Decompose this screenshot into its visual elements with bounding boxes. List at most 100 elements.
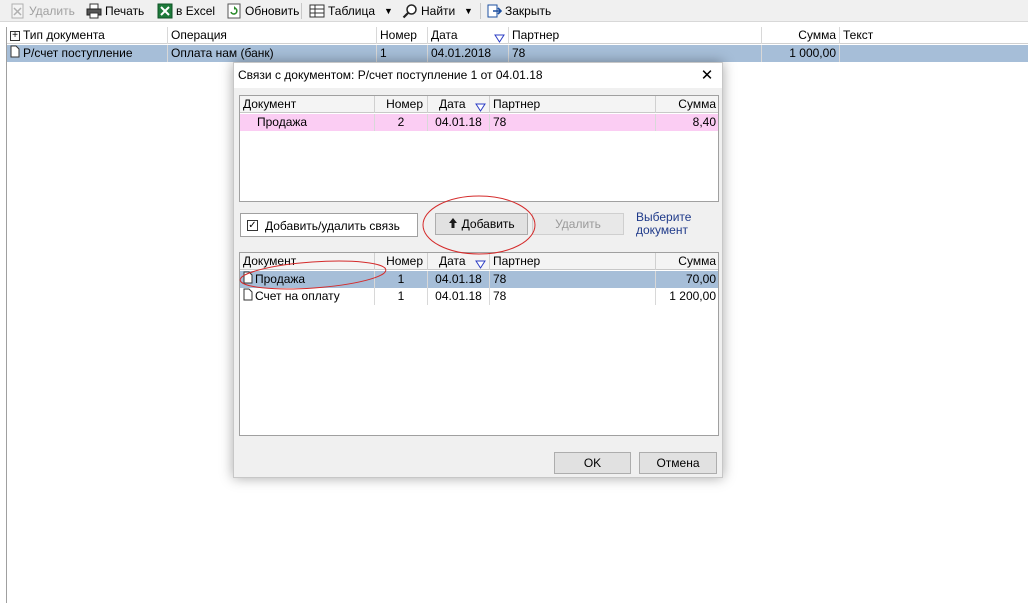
cancel-button[interactable]: Отмена xyxy=(639,452,717,474)
delete-label: Удалить xyxy=(29,4,75,18)
row-number: 1 xyxy=(377,45,428,62)
cell-sum: 8,40 xyxy=(692,115,716,129)
cell-date: 04.01.18 xyxy=(428,114,490,131)
grid-header: + Тип документа Операция Номер Дата Партн… xyxy=(7,27,1028,44)
find-label: Найти xyxy=(421,4,456,18)
print-button[interactable]: Печать xyxy=(86,2,144,20)
checkbox-label: Добавить/удалить связь xyxy=(265,219,400,233)
table-dropdown-arrow[interactable]: ▼ xyxy=(384,2,393,20)
cell-date: 04.01.18 xyxy=(428,271,490,288)
hint-line-2: документ xyxy=(636,223,688,237)
row-partner: 78 xyxy=(509,45,762,62)
find-dropdown-arrow[interactable]: ▼ xyxy=(464,2,473,20)
document-icon xyxy=(10,45,20,62)
cell-document: Продажа xyxy=(240,271,375,288)
find-button[interactable]: Найти xyxy=(402,2,455,20)
toolbar-separator xyxy=(301,3,302,19)
column-header-document[interactable]: Документ xyxy=(240,96,375,113)
sort-filter-icon[interactable] xyxy=(475,100,486,113)
column-header-document[interactable]: Документ xyxy=(240,253,375,270)
close-toolbar-button[interactable]: Закрыть xyxy=(486,2,551,20)
excel-icon xyxy=(157,3,173,19)
column-header-partner[interactable]: Партнер xyxy=(490,96,656,113)
toolbar-separator xyxy=(480,3,481,19)
cell-number: 2 xyxy=(375,114,428,131)
printer-icon xyxy=(86,3,102,19)
row-text xyxy=(840,45,1028,62)
column-header-partner[interactable]: Партнер xyxy=(490,253,656,270)
cell-number: 1 xyxy=(375,288,428,305)
add-link-button[interactable]: Добавить xyxy=(435,213,528,235)
dialog-title: Связи с документом: Р/счет поступление 1… xyxy=(238,68,543,82)
cell-partner: 78 xyxy=(490,271,656,288)
refresh-button[interactable]: Обновить xyxy=(226,2,299,20)
table-row[interactable]: Продажа 2 04.01.18 78 8,40 xyxy=(240,114,718,131)
table-row[interactable]: Р/счет поступление Оплата нам (банк) 1 0… xyxy=(7,45,1028,62)
add-remove-link-toggle[interactable]: ✓ Добавить/удалить связь xyxy=(240,213,418,237)
magnifier-icon xyxy=(402,3,418,19)
close-label: Закрыть xyxy=(505,4,552,18)
column-header-number[interactable]: Номер xyxy=(375,96,428,113)
document-icon xyxy=(243,271,253,288)
exit-icon xyxy=(486,3,503,19)
export-excel-button[interactable]: в Excel xyxy=(157,2,215,20)
table-icon xyxy=(309,3,325,19)
column-header-sum[interactable]: Сумма xyxy=(656,96,718,113)
row-operation: Оплата нам (банк) xyxy=(168,45,377,62)
chevron-down-icon: ▼ xyxy=(464,6,473,16)
refresh-icon xyxy=(226,3,242,19)
cell-sum: 1 200,00 xyxy=(669,289,716,303)
sort-filter-icon[interactable] xyxy=(494,31,505,44)
close-icon[interactable]: ✕ xyxy=(696,65,718,87)
arrow-up-icon xyxy=(448,215,458,235)
cell-partner: 78 xyxy=(490,114,656,131)
row-type: Р/счет поступление xyxy=(7,45,168,62)
column-header-number[interactable]: Номер xyxy=(377,27,428,44)
column-header-date[interactable]: Дата xyxy=(428,253,490,270)
table-menu-button[interactable]: Таблица xyxy=(309,2,375,20)
cancel-label: Отмена xyxy=(656,456,700,470)
column-header-text[interactable]: Текст xyxy=(840,27,1028,44)
ok-button[interactable]: OK xyxy=(554,452,631,474)
checkbox[interactable]: ✓ xyxy=(247,220,258,231)
delete-toolbar-button[interactable]: Удалить xyxy=(10,2,75,20)
cell-number: 1 xyxy=(375,271,428,288)
column-header-sum[interactable]: Сумма xyxy=(762,27,840,44)
linked-table-header: Документ Номер Дата Партнер Сумма xyxy=(240,96,718,113)
candidate-table-header: Документ Номер Дата Партнер Сумма xyxy=(240,253,718,270)
links-dialog: Связи с документом: Р/счет поступление 1… xyxy=(233,62,723,478)
linked-documents-table: Документ Номер Дата Партнер Сумма Продаж… xyxy=(239,95,719,202)
delete-button-label: Удалить xyxy=(555,217,601,231)
print-label: Печать xyxy=(105,4,145,18)
delete-link-button[interactable]: Удалить xyxy=(532,213,624,235)
column-header-operation[interactable]: Операция xyxy=(168,27,377,44)
cell-sum: 70,00 xyxy=(685,272,716,286)
column-header-date[interactable]: Дата xyxy=(428,96,490,113)
add-button-label: Добавить xyxy=(461,217,515,231)
column-header-partner[interactable]: Партнер xyxy=(509,27,762,44)
table-row[interactable]: Продажа 1 04.01.18 78 70,00 xyxy=(240,271,718,288)
candidate-documents-table: Документ Номер Дата Партнер Сумма Продаж… xyxy=(239,252,719,436)
dialog-titlebar: Связи с документом: Р/счет поступление 1… xyxy=(234,63,722,88)
cell-document: Счет на оплату xyxy=(240,288,375,305)
select-document-hint: Выберите документ xyxy=(636,211,691,237)
sort-filter-icon[interactable] xyxy=(475,257,486,270)
toolbar: Удалить Печать в Excel Обновить Таблица … xyxy=(0,0,1028,22)
excel-label: в Excel xyxy=(176,4,216,18)
cell-partner: 78 xyxy=(490,288,656,305)
column-header-sum[interactable]: Сумма xyxy=(656,253,718,270)
row-sum: 1 000,00 xyxy=(762,45,840,62)
expand-icon[interactable]: + xyxy=(10,30,20,41)
document-icon xyxy=(243,288,253,305)
delete-doc-icon xyxy=(10,3,26,19)
chevron-down-icon: ▼ xyxy=(384,6,393,16)
column-header-date[interactable]: Дата xyxy=(428,27,509,44)
refresh-label: Обновить xyxy=(245,4,300,18)
table-row[interactable]: Счет на оплату 1 04.01.18 78 1 200,00 xyxy=(240,288,718,305)
cell-date: 04.01.18 xyxy=(428,288,490,305)
column-header-type[interactable]: + Тип документа xyxy=(7,27,168,44)
table-label: Таблица xyxy=(328,4,376,18)
ok-label: OK xyxy=(583,456,602,470)
column-header-number[interactable]: Номер xyxy=(375,253,428,270)
row-date: 04.01.2018 xyxy=(428,45,509,62)
